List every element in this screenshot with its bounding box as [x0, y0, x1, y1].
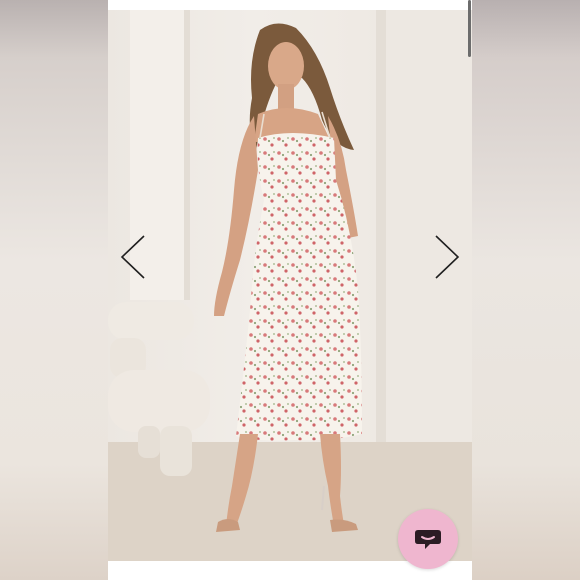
image-viewer	[108, 0, 472, 580]
blurred-backdrop-left	[0, 0, 108, 580]
chevron-right-icon	[435, 235, 460, 279]
chat-bubble-icon	[415, 530, 441, 549]
previous-image-button[interactable]	[114, 232, 154, 282]
blurred-backdrop-right	[472, 0, 580, 580]
chevron-left-icon	[120, 235, 145, 279]
product-photo	[108, 10, 472, 561]
scrollbar-thumb[interactable]	[468, 0, 471, 57]
chat-button[interactable]	[398, 509, 458, 569]
next-image-button[interactable]	[426, 232, 466, 282]
